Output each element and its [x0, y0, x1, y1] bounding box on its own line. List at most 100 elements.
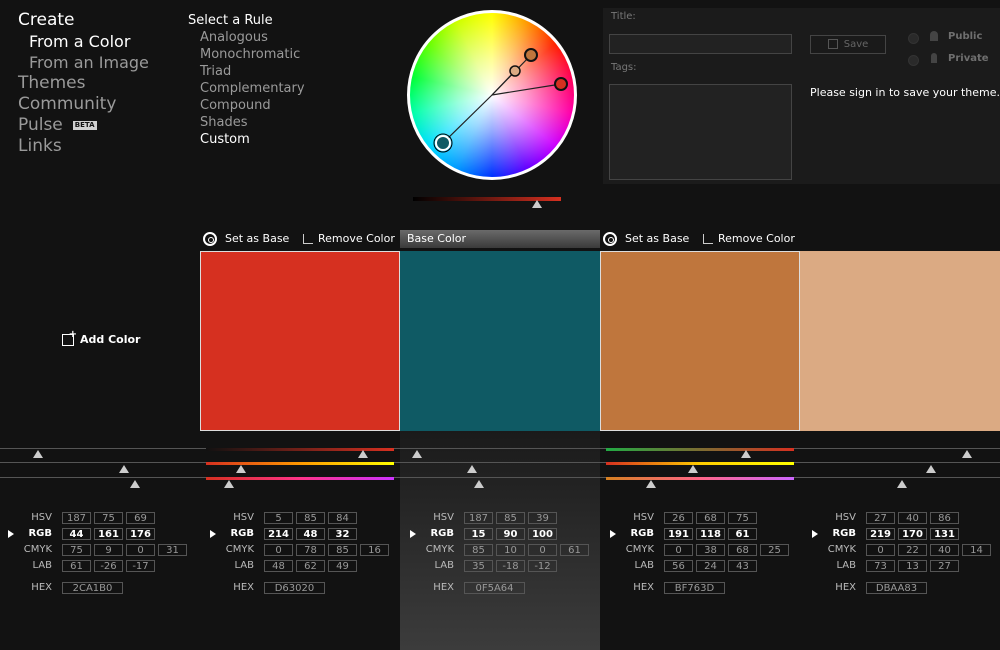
- rgb-value-field[interactable]: 131: [930, 528, 959, 540]
- lab-value-field[interactable]: -12: [528, 560, 557, 572]
- cmyk-value-field[interactable]: 22: [898, 544, 927, 556]
- rgb-value-field[interactable]: 219: [866, 528, 895, 540]
- swatch-4[interactable]: [800, 251, 1000, 431]
- hsv-value-field[interactable]: 85: [496, 512, 525, 524]
- lab-value-field[interactable]: 61: [62, 560, 91, 572]
- rgb-value-field[interactable]: 214: [264, 528, 293, 540]
- remove-color-button-1[interactable]: Remove Color: [303, 232, 395, 245]
- hex-field[interactable]: BF763D: [664, 582, 725, 594]
- hsv-value-field[interactable]: 68: [696, 512, 725, 524]
- cmyk-value-field[interactable]: 38: [696, 544, 725, 556]
- remove-color-button-3[interactable]: Remove Color: [703, 232, 795, 245]
- rule-compound[interactable]: Compound: [188, 97, 305, 114]
- swatch-1[interactable]: [200, 251, 400, 431]
- swatch-base[interactable]: [400, 251, 600, 431]
- rule-monochromatic[interactable]: Monochromatic: [188, 46, 305, 63]
- rule-custom[interactable]: Custom: [188, 131, 305, 148]
- slider-handle[interactable]: [224, 480, 234, 488]
- rgb-value-field[interactable]: 161: [94, 528, 123, 540]
- lab-value-field[interactable]: 24: [696, 560, 725, 572]
- lab-value-field[interactable]: 73: [866, 560, 895, 572]
- rgb-value-field[interactable]: 118: [696, 528, 725, 540]
- rgb-value-field[interactable]: 100: [528, 528, 557, 540]
- rgb-value-field[interactable]: 170: [898, 528, 927, 540]
- lab-value-field[interactable]: 62: [296, 560, 325, 572]
- hsv-value-field[interactable]: 85: [296, 512, 325, 524]
- hsv-value-field[interactable]: 69: [126, 512, 155, 524]
- rule-shades[interactable]: Shades: [188, 114, 305, 131]
- nav-pulse[interactable]: Pulse BETA: [18, 115, 149, 136]
- lab-value-field[interactable]: -18: [496, 560, 525, 572]
- rgb-value-field[interactable]: 15: [464, 528, 493, 540]
- cmyk-value-field[interactable]: 61: [560, 544, 589, 556]
- slider-handle[interactable]: [688, 465, 698, 473]
- lab-value-field[interactable]: 48: [264, 560, 293, 572]
- brightness-handle[interactable]: [532, 200, 542, 208]
- cmyk-value-field[interactable]: 16: [360, 544, 389, 556]
- rgb-value-field[interactable]: 90: [496, 528, 525, 540]
- lab-value-field[interactable]: 13: [898, 560, 927, 572]
- lab-value-field[interactable]: -17: [126, 560, 155, 572]
- slider-handle[interactable]: [474, 480, 484, 488]
- cmyk-value-field[interactable]: 0: [866, 544, 895, 556]
- slider-handle[interactable]: [130, 480, 140, 488]
- hsv-value-field[interactable]: 40: [898, 512, 927, 524]
- cmyk-value-field[interactable]: 85: [464, 544, 493, 556]
- hsv-value-field[interactable]: 187: [62, 512, 91, 524]
- slider-handle[interactable]: [926, 465, 936, 473]
- lab-value-field[interactable]: 49: [328, 560, 357, 572]
- cmyk-value-field[interactable]: 0: [664, 544, 693, 556]
- slider-handle[interactable]: [897, 480, 907, 488]
- cmyk-value-field[interactable]: 0: [264, 544, 293, 556]
- add-color-button[interactable]: + Add Color: [62, 330, 140, 346]
- hex-field[interactable]: 2CA1B0: [62, 582, 123, 594]
- public-radio[interactable]: [908, 33, 919, 44]
- lab-value-field[interactable]: 43: [728, 560, 757, 572]
- rgb-value-field[interactable]: 48: [296, 528, 325, 540]
- private-radio[interactable]: [908, 55, 919, 66]
- cmyk-value-field[interactable]: 25: [760, 544, 789, 556]
- hsv-value-field[interactable]: 27: [866, 512, 895, 524]
- lab-value-field[interactable]: 35: [464, 560, 493, 572]
- wheel-handles[interactable]: [407, 10, 577, 180]
- rgb-value-field[interactable]: 191: [664, 528, 693, 540]
- cmyk-value-field[interactable]: 75: [62, 544, 91, 556]
- nav-from-color[interactable]: From a Color: [18, 31, 149, 52]
- lab-value-field[interactable]: 27: [930, 560, 959, 572]
- hex-field[interactable]: DBAA83: [866, 582, 927, 594]
- hsv-value-field[interactable]: 86: [930, 512, 959, 524]
- hex-field[interactable]: D63020: [264, 582, 325, 594]
- nav-create[interactable]: Create: [18, 10, 149, 31]
- title-input[interactable]: [609, 34, 792, 54]
- rule-triad[interactable]: Triad: [188, 63, 305, 80]
- set-base-button-3[interactable]: Set as Base: [603, 232, 689, 246]
- cmyk-value-field[interactable]: 68: [728, 544, 757, 556]
- hsv-value-field[interactable]: 5: [264, 512, 293, 524]
- hsv-value-field[interactable]: 26: [664, 512, 693, 524]
- hsv-value-field[interactable]: 187: [464, 512, 493, 524]
- rgb-value-field[interactable]: 44: [62, 528, 91, 540]
- cmyk-value-field[interactable]: 10: [496, 544, 525, 556]
- nav-links[interactable]: Links: [18, 136, 149, 157]
- hsv-value-field[interactable]: 39: [528, 512, 557, 524]
- rgb-value-field[interactable]: 61: [728, 528, 757, 540]
- slider-handle[interactable]: [236, 465, 246, 473]
- slider-handle[interactable]: [962, 450, 972, 458]
- nav-community[interactable]: Community: [18, 94, 149, 115]
- slider-handle[interactable]: [741, 450, 751, 458]
- cmyk-value-field[interactable]: 14: [962, 544, 991, 556]
- rule-complementary[interactable]: Complementary: [188, 80, 305, 97]
- nav-from-image[interactable]: From an Image: [18, 52, 149, 73]
- rgb-value-field[interactable]: 176: [126, 528, 155, 540]
- set-base-button-1[interactable]: Set as Base: [203, 232, 289, 246]
- cmyk-value-field[interactable]: 0: [528, 544, 557, 556]
- lab-value-field[interactable]: 56: [664, 560, 693, 572]
- slider-handle[interactable]: [119, 465, 129, 473]
- hsv-value-field[interactable]: 84: [328, 512, 357, 524]
- hsv-value-field[interactable]: 75: [94, 512, 123, 524]
- hex-field[interactable]: 0F5A64: [464, 582, 525, 594]
- slider-handle[interactable]: [33, 450, 43, 458]
- swatch-3[interactable]: [600, 251, 800, 431]
- slider-handle[interactable]: [412, 450, 422, 458]
- cmyk-value-field[interactable]: 85: [328, 544, 357, 556]
